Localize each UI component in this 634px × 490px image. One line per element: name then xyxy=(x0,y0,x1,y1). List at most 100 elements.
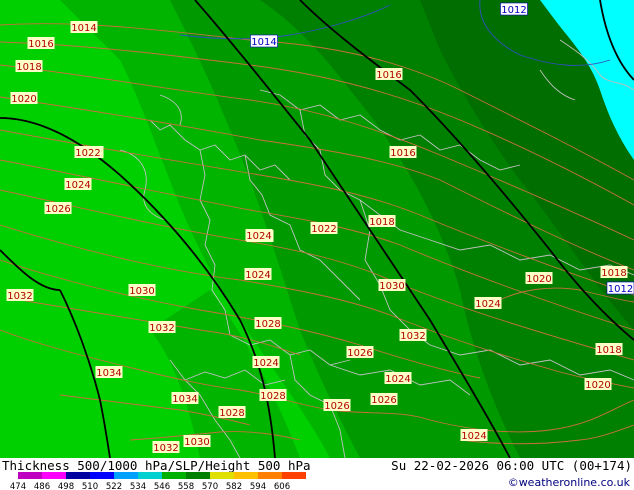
isobar-label: 1034 xyxy=(95,366,123,379)
isobar-label-text: 1020 xyxy=(526,274,551,285)
isobar-label: 1030 xyxy=(378,279,406,292)
legend-swatch xyxy=(258,472,282,479)
isobar-label-text: 1016 xyxy=(28,39,53,50)
isobar-label: 1022 xyxy=(310,222,338,235)
map-title: Thickness 500/1000 hPa/SLP/Height 500 hP… xyxy=(2,458,311,473)
legend-tick-label: 474 xyxy=(10,482,26,490)
credit-link[interactable]: ©weatheronline.co.uk xyxy=(508,476,630,489)
isobar-label-text: 1028 xyxy=(219,408,244,419)
isobar-label-text: 1014 xyxy=(251,37,276,48)
isobar-label-text: 1026 xyxy=(371,395,396,406)
isobar-label-text: 1014 xyxy=(71,23,96,34)
isobar-label: 1034 xyxy=(171,392,199,405)
isobar-label: 1016 xyxy=(375,68,403,81)
isobar-label: 1022 xyxy=(74,146,102,159)
legend-swatch xyxy=(90,472,114,479)
isobar-label-text: 1024 xyxy=(461,431,486,442)
legend-swatch xyxy=(42,472,66,479)
isobar-label: 1024 xyxy=(244,268,272,281)
isobar-label: 1024 xyxy=(460,429,488,442)
isobar-label: 1028 xyxy=(218,406,246,419)
isobar-label-text: 1034 xyxy=(96,368,121,379)
color-legend: 474 486 498 510 522 534 546 558 570 582 594 606 xyxy=(10,472,306,490)
isobar-label: 1026 xyxy=(323,399,351,412)
isobar-label-text: 1026 xyxy=(347,348,372,359)
legend-swatch xyxy=(210,472,234,479)
isobar-label-text: 1028 xyxy=(260,391,285,402)
isobar-label: 1030 xyxy=(183,435,211,448)
legend-tick-label: 486 xyxy=(34,482,50,490)
isobar-label-text: 1032 xyxy=(153,443,178,454)
isobar-label: 1020 xyxy=(10,92,38,105)
isobar-label-text: 1034 xyxy=(172,394,197,405)
legend-swatch xyxy=(186,472,210,479)
isobar-label-text: 1018 xyxy=(596,345,621,356)
isobar-label: 1020 xyxy=(584,378,612,391)
legend-tick-label: 510 xyxy=(82,482,98,490)
isobar-label: 1012 xyxy=(606,281,634,295)
legend-tick-label: 558 xyxy=(178,482,194,490)
isobar-label: 1032 xyxy=(148,321,176,334)
isobar-label-text: 1024 xyxy=(65,180,90,191)
isobar-label-text: 1026 xyxy=(45,204,70,215)
isobar-label: 1012 xyxy=(500,2,528,16)
isobar-label-text: 1032 xyxy=(400,331,425,342)
isobar-label-text: 1012 xyxy=(501,5,526,16)
isobar-label: 1024 xyxy=(252,356,280,369)
isobar-label: 1032 xyxy=(399,329,427,342)
isobar-label-text: 1022 xyxy=(75,148,100,159)
isobar-label: 1026 xyxy=(44,202,72,215)
isobar-label-text: 1020 xyxy=(585,380,610,391)
legend-swatch xyxy=(138,472,162,479)
isobar-label-text: 1020 xyxy=(11,94,36,105)
isobar-label-text: 1030 xyxy=(379,281,404,292)
legend-tick-label: 522 xyxy=(106,482,122,490)
legend-tick-label: 582 xyxy=(226,482,242,490)
isobar-label-text: 1024 xyxy=(245,270,270,281)
isobar-label: 1018 xyxy=(15,60,43,73)
isobar-label: 1030 xyxy=(128,284,156,297)
isobar-label: 1018 xyxy=(368,215,396,228)
isobar-label-text: 1018 xyxy=(369,217,394,228)
isobar-label-text: 1024 xyxy=(475,299,500,310)
legend-swatch xyxy=(114,472,138,479)
legend-tick-label: 546 xyxy=(154,482,170,490)
legend-swatch xyxy=(234,472,258,479)
isobar-label-text: 1030 xyxy=(184,437,209,448)
isobar-label: 1032 xyxy=(6,289,34,302)
isobar-label: 1018 xyxy=(600,266,628,279)
isobar-label: 1014 xyxy=(250,34,278,48)
isobar-label: 1032 xyxy=(152,441,180,454)
isobar-label-text: 1024 xyxy=(246,231,271,242)
legend-swatch xyxy=(282,472,306,479)
isobar-label: 1026 xyxy=(346,346,374,359)
isobar-label: 1016 xyxy=(389,146,417,159)
isobar-label-text: 1024 xyxy=(253,358,278,369)
forecast-datetime: Su 22-02-2026 06:00 UTC (00+174) xyxy=(391,458,632,473)
isobar-label: 1024 xyxy=(384,372,412,385)
isobar-label: 1024 xyxy=(474,297,502,310)
isobar-label-text: 1018 xyxy=(16,62,41,73)
isobar-label: 1026 xyxy=(370,393,398,406)
footer: Thickness 500/1000 hPa/SLP/Height 500 hP… xyxy=(0,458,634,490)
isobar-label-text: 1016 xyxy=(376,70,401,81)
weather-map: 1014 1016 1018 1020 1022 1024 1026 1032 1030 1032… xyxy=(0,0,634,458)
isobar-label: 1014 xyxy=(70,21,98,34)
legend-tick-label: 570 xyxy=(202,482,218,490)
isobar-label-text: 1032 xyxy=(7,291,32,302)
legend-swatch xyxy=(162,472,186,479)
legend-tick-label: 606 xyxy=(274,482,290,490)
legend-swatch xyxy=(66,472,90,479)
legend-tick-label: 534 xyxy=(130,482,146,490)
isobar-label: 1024 xyxy=(245,229,273,242)
isobar-label: 1016 xyxy=(27,37,55,50)
isobar-label-text: 1018 xyxy=(601,268,626,279)
isobar-label: 1028 xyxy=(259,389,287,402)
legend-tick-label: 594 xyxy=(250,482,266,490)
isobar-label: 1018 xyxy=(595,343,623,356)
isobar-label-text: 1032 xyxy=(149,323,174,334)
isobar-label-text: 1024 xyxy=(385,374,410,385)
isobar-label: 1028 xyxy=(254,317,282,330)
isobar-label-text: 1022 xyxy=(311,224,336,235)
legend-swatch xyxy=(18,472,42,479)
